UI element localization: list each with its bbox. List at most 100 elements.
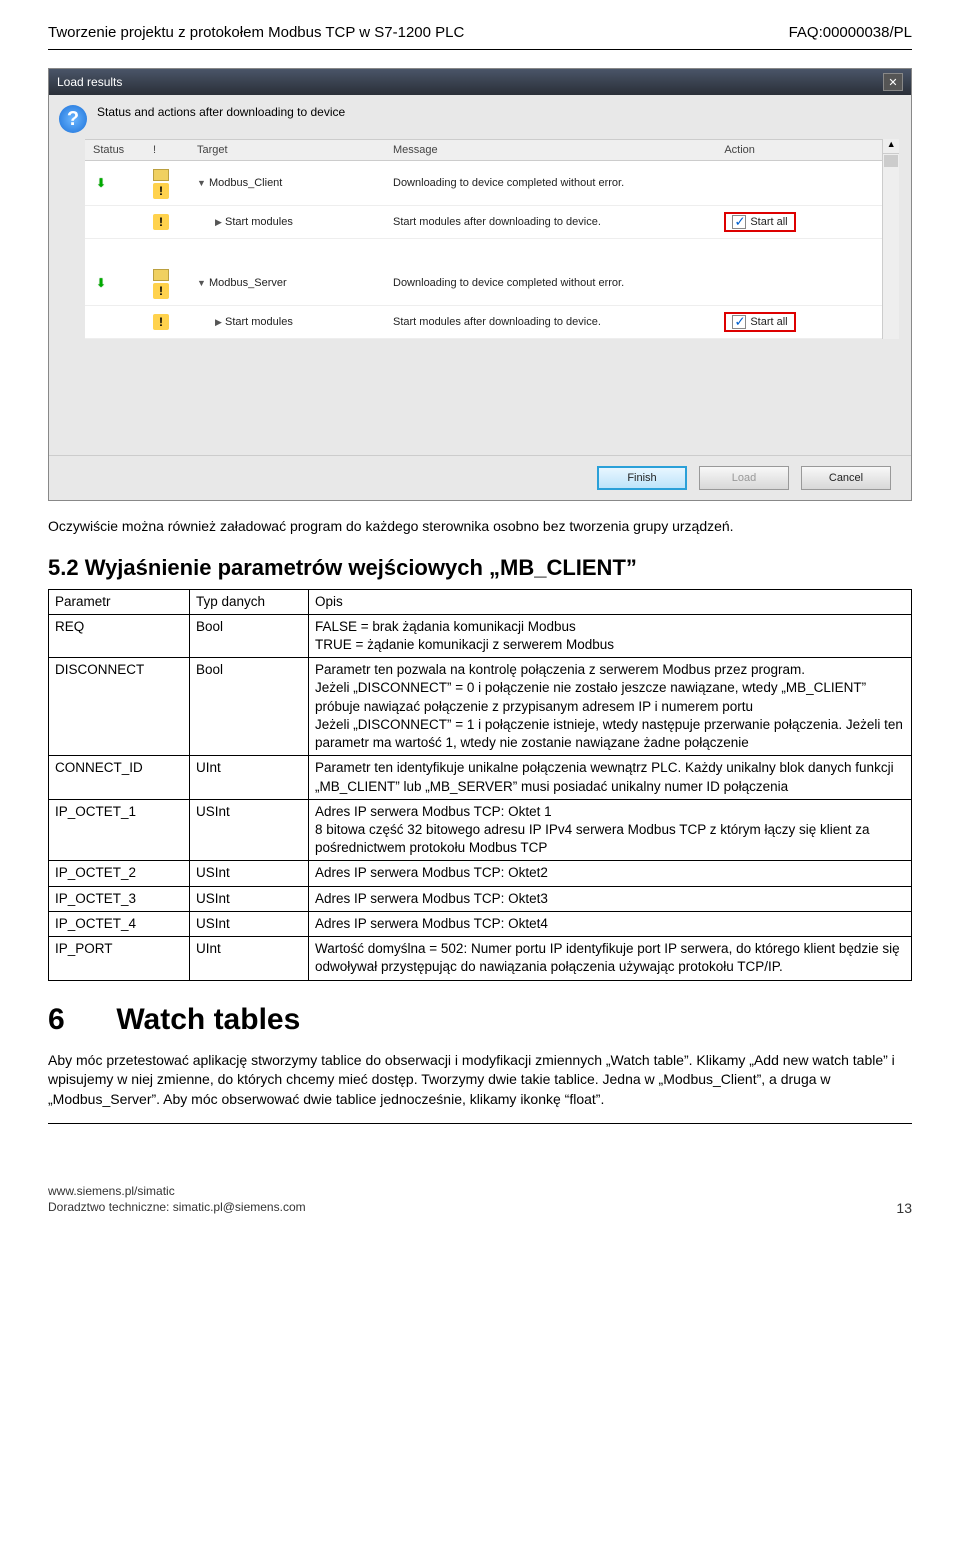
section-6-heading: 6 Watch tables bbox=[48, 1003, 912, 1037]
param-name: IP_OCTET_2 bbox=[49, 861, 190, 886]
param-type: UInt bbox=[190, 756, 309, 799]
target-cell: ▼ Modbus_Server bbox=[189, 261, 385, 306]
th-param: Parametr bbox=[49, 589, 190, 614]
param-desc: Adres IP serwera Modbus TCP: Oktet3 bbox=[309, 886, 912, 911]
close-icon[interactable]: ✕ bbox=[883, 73, 903, 91]
param-desc-line: Adres IP serwera Modbus TCP: Oktet2 bbox=[315, 864, 905, 882]
param-name: IP_OCTET_4 bbox=[49, 911, 190, 936]
th-message: Message bbox=[385, 140, 716, 161]
table-row: DISCONNECTBoolParametr ten pozwala na ko… bbox=[49, 658, 912, 756]
status-cell bbox=[85, 206, 145, 239]
section-6-title: Watch tables bbox=[116, 1003, 300, 1036]
table-row: ⬇ !▼ Modbus_ServerDownloading to device … bbox=[85, 261, 882, 306]
param-name: REQ bbox=[49, 614, 190, 657]
footer-link: www.siemens.pl/simatic bbox=[48, 1184, 306, 1200]
th-target: Target bbox=[189, 140, 385, 161]
param-type: UInt bbox=[190, 937, 309, 980]
dialog-title: Load results bbox=[57, 75, 122, 89]
param-type: Bool bbox=[190, 658, 309, 756]
param-desc-line: TRUE = żądanie komunikacji z serwerem Mo… bbox=[315, 636, 905, 654]
target-label: Start modules bbox=[225, 216, 293, 228]
target-cell: ▶ Start modules bbox=[189, 206, 385, 239]
load-results-table: Status ! Target Message Action ⬇ !▼ Modb… bbox=[85, 139, 882, 339]
info-cell: ! bbox=[145, 206, 189, 239]
info-cell: ! bbox=[145, 306, 189, 339]
param-desc-line: Parametr ten pozwala na kontrolę połącze… bbox=[315, 661, 905, 679]
status-cell: ⬇ bbox=[85, 161, 145, 206]
param-desc: Wartość domyślna = 502: Numer portu IP i… bbox=[309, 937, 912, 980]
footer-divider bbox=[48, 1123, 912, 1124]
warning-icon: ! bbox=[153, 314, 169, 330]
info-cell: ! bbox=[145, 161, 189, 206]
action-cell: Start all bbox=[716, 306, 882, 339]
table-row: ! ▶ Start modules Start modules after down… bbox=[85, 306, 882, 339]
start-all-label: Start all bbox=[750, 316, 787, 328]
message-cell: Downloading to device completed without … bbox=[385, 261, 716, 306]
start-all-checkbox[interactable] bbox=[732, 315, 746, 329]
chevron-right-icon[interactable]: ▶ bbox=[215, 217, 222, 228]
device-icon bbox=[153, 167, 169, 183]
param-desc: Adres IP serwera Modbus TCP: Oktet2 bbox=[309, 861, 912, 886]
start-all-checkbox-group[interactable]: Start all bbox=[724, 212, 795, 232]
param-desc-line: Parametr ten identyfikuje unikalne połąc… bbox=[315, 759, 905, 795]
param-desc: FALSE = brak żądania komunikacji ModbusT… bbox=[309, 614, 912, 657]
status-cell bbox=[85, 306, 145, 339]
chevron-right-icon[interactable]: ▶ bbox=[215, 317, 222, 328]
param-name: CONNECT_ID bbox=[49, 756, 190, 799]
message-cell: Downloading to device completed without … bbox=[385, 161, 716, 206]
download-ok-icon: ⬇ bbox=[93, 275, 109, 291]
doc-title-right: FAQ:00000038/PL bbox=[789, 24, 912, 41]
param-desc-line: Adres IP serwera Modbus TCP: Oktet4 bbox=[315, 915, 905, 933]
table-row: !▶ Start modulesStart modules after down… bbox=[85, 206, 882, 239]
table-row: IP_OCTET_2USInt Adres IP serwera Modbus T… bbox=[49, 861, 912, 886]
param-desc-line: 8 bitowa część 32 bitowego adresu IP IPv… bbox=[315, 821, 905, 857]
message-cell: Start modules after downloading to devic… bbox=[385, 306, 716, 339]
action-cell: Start all bbox=[716, 206, 882, 239]
table-row: REQBoolFALSE = brak żądania komunikacji … bbox=[49, 614, 912, 657]
question-icon: ? bbox=[59, 105, 87, 133]
param-desc-line: Jeżeli „DISCONNECT” = 0 i połączenie nie… bbox=[315, 679, 905, 715]
doc-title-left: Tworzenie projektu z protokołem Modbus T… bbox=[48, 24, 464, 41]
param-type: Bool bbox=[190, 614, 309, 657]
page-number: 13 bbox=[896, 1200, 912, 1216]
param-desc: Adres IP serwera Modbus TCP: Oktet 18 bi… bbox=[309, 799, 912, 861]
table-row: ⬇ ! ▼ Modbus_ClientDownloading to device … bbox=[85, 161, 882, 206]
dialog-subtitle: Status and actions after downloading to … bbox=[97, 105, 345, 119]
th-action: Action bbox=[716, 140, 882, 161]
th-desc: Opis bbox=[309, 589, 912, 614]
message-cell: Start modules after downloading to devic… bbox=[385, 206, 716, 239]
param-desc-line: Adres IP serwera Modbus TCP: Oktet3 bbox=[315, 890, 905, 908]
start-all-checkbox-group[interactable]: Start all bbox=[724, 312, 795, 332]
chevron-down-icon[interactable]: ▼ bbox=[197, 178, 206, 188]
target-label: Start modules bbox=[225, 316, 293, 328]
param-type: USInt bbox=[190, 861, 309, 886]
scroll-up-icon[interactable]: ▲ bbox=[883, 139, 899, 154]
section-5-2-title: 5.2 Wyjaśnienie parametrów wejściowych „… bbox=[48, 555, 912, 581]
param-name: IP_OCTET_1 bbox=[49, 799, 190, 861]
cancel-button[interactable]: Cancel bbox=[801, 466, 891, 490]
target-cell: ▼ Modbus_Client bbox=[189, 161, 385, 206]
param-type: USInt bbox=[190, 799, 309, 861]
param-type: USInt bbox=[190, 886, 309, 911]
footer-contact: Doradztwo techniczne: simatic.pl@siemens… bbox=[48, 1200, 306, 1216]
start-all-checkbox[interactable] bbox=[732, 215, 746, 229]
scroll-thumb[interactable] bbox=[884, 155, 898, 167]
param-desc-line: Jeżeli „DISCONNECT” = 1 i połączenie ist… bbox=[315, 716, 905, 752]
table-row: CONNECT_IDUIntParametr ten identyfikuje … bbox=[49, 756, 912, 799]
param-name: IP_PORT bbox=[49, 937, 190, 980]
scrollbar[interactable]: ▲ bbox=[882, 139, 899, 339]
th-status: Status bbox=[85, 140, 145, 161]
target-label: Modbus_Server bbox=[209, 277, 287, 289]
param-desc-line: Wartość domyślna = 502: Numer portu IP i… bbox=[315, 940, 905, 976]
warning-icon: ! bbox=[153, 214, 169, 230]
table-row: IP_OCTET_1USIntAdres IP serwera Modbus T… bbox=[49, 799, 912, 861]
warning-icon: ! bbox=[153, 183, 169, 199]
load-button[interactable]: Load bbox=[699, 466, 789, 490]
finish-button[interactable]: Finish bbox=[597, 466, 687, 490]
action-cell bbox=[716, 261, 882, 306]
chevron-down-icon[interactable]: ▼ bbox=[197, 278, 206, 288]
device-icon bbox=[153, 267, 169, 283]
table-row: IP_OCTET_4USIntAdres IP serwera Modbus T… bbox=[49, 911, 912, 936]
header-divider bbox=[48, 49, 912, 50]
param-desc-line: FALSE = brak żądania komunikacji Modbus bbox=[315, 618, 905, 636]
